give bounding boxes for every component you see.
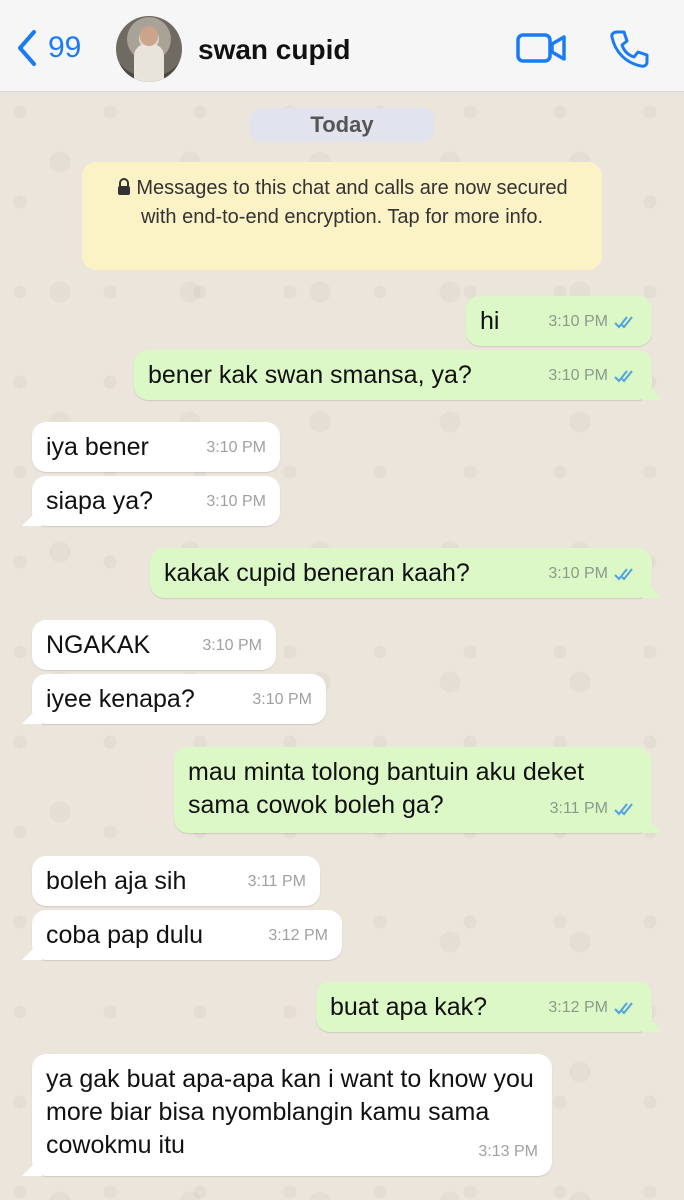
message-time: 3:10 PM xyxy=(548,313,608,330)
message-time: 3:12 PM xyxy=(548,999,608,1016)
message-text: kakak cupid beneran kaah? xyxy=(164,559,470,587)
message-text: ya gak buat apa-apa kan i want to know y… xyxy=(46,1065,534,1159)
message-text: bener kak swan smansa, ya? xyxy=(148,361,472,389)
message-time: 3:10 PM xyxy=(252,691,312,708)
message-incoming[interactable]: iyee kenapa? 3:10 PM xyxy=(32,674,326,724)
double-check-icon xyxy=(614,567,633,580)
message-text: hi xyxy=(480,307,500,335)
message-text: iya bener xyxy=(46,433,149,461)
message-time: 3:10 PM xyxy=(206,439,266,456)
message-text: siapa ya? xyxy=(46,487,154,515)
message-outgoing[interactable]: bener kak swan smansa, ya? 3:10 PM xyxy=(134,350,652,400)
message-incoming[interactable]: siapa ya? 3:10 PM xyxy=(32,476,280,526)
contact-name[interactable]: swan cupid xyxy=(198,34,350,66)
message-text: boleh aja sih xyxy=(46,867,187,895)
message-time: 3:11 PM xyxy=(549,800,608,817)
message-incoming[interactable]: boleh aja sih 3:11 PM xyxy=(32,856,320,906)
date-separator: Today xyxy=(250,108,434,142)
message-time: 3:12 PM xyxy=(268,927,328,944)
message-text: iyee kenapa? xyxy=(46,685,195,713)
video-call-icon[interactable] xyxy=(514,30,568,66)
double-check-icon xyxy=(614,1001,633,1014)
lock-icon xyxy=(118,178,131,195)
message-incoming[interactable]: ya gak buat apa-apa kan i want to know y… xyxy=(32,1054,552,1176)
double-check-icon xyxy=(614,369,633,382)
message-outgoing[interactable]: buat apa kak? 3:12 PM xyxy=(316,982,652,1032)
unread-count: 99 xyxy=(48,31,82,64)
phone-icon[interactable] xyxy=(608,28,650,70)
message-outgoing[interactable]: mau minta tolong bantuin aku deket sama … xyxy=(174,747,652,833)
message-outgoing[interactable]: kakak cupid beneran kaah? 3:10 PM xyxy=(150,548,652,598)
message-incoming[interactable]: iya bener 3:10 PM xyxy=(32,422,280,472)
back-button[interactable]: 99 xyxy=(14,28,81,68)
encryption-notice[interactable]: Messages to this chat and calls are now … xyxy=(82,162,602,270)
message-text: buat apa kak? xyxy=(330,993,488,1021)
encryption-notice-text: Messages to this chat and calls are now … xyxy=(136,177,568,228)
message-text: coba pap dulu xyxy=(46,921,204,949)
message-incoming[interactable]: NGAKAK 3:10 PM xyxy=(32,620,276,670)
message-text: NGAKAK xyxy=(46,631,151,659)
double-check-icon xyxy=(614,315,633,328)
message-time: 3:10 PM xyxy=(206,493,266,510)
message-time: 3:11 PM xyxy=(247,873,306,890)
double-check-icon xyxy=(614,802,633,815)
avatar[interactable] xyxy=(116,16,182,82)
message-text: mau minta tolong bantuin aku deket sama … xyxy=(188,758,585,819)
chevron-left-icon xyxy=(18,30,36,66)
message-time: 3:10 PM xyxy=(548,367,608,384)
message-time: 3:10 PM xyxy=(548,565,608,582)
message-outgoing[interactable]: hi 3:10 PM xyxy=(466,296,652,346)
message-time: 3:10 PM xyxy=(202,637,262,654)
chat-header: 99 swan cupid xyxy=(0,0,684,92)
message-incoming[interactable]: coba pap dulu 3:12 PM xyxy=(32,910,342,960)
chat-area[interactable]: Today Messages to this chat and calls ar… xyxy=(0,92,684,1200)
message-time: 3:13 PM xyxy=(478,1143,538,1160)
